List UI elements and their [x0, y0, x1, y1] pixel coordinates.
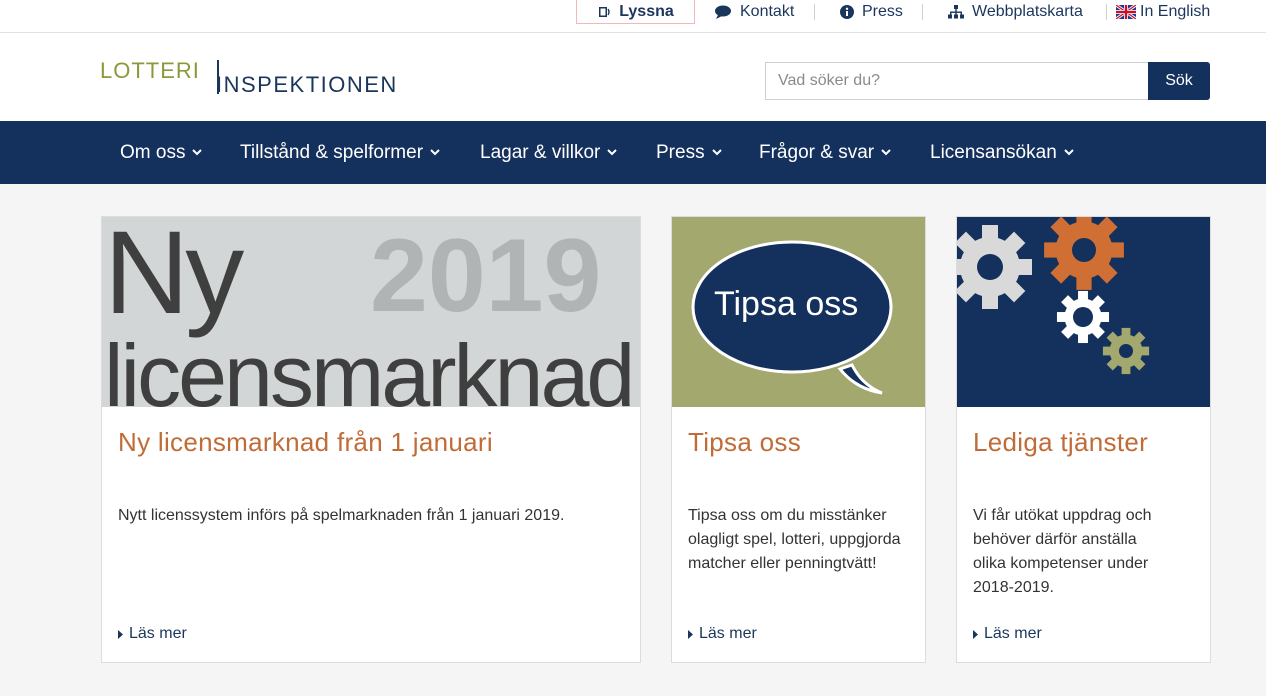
listen-button[interactable]: Lyssna — [576, 0, 695, 24]
site-logo[interactable]: LOTTERI INSPEKTIONEN — [100, 58, 445, 98]
main-nav: Om oss Tillstånd & spelformer Lagar & vi… — [0, 121, 1266, 184]
card-title[interactable]: Tipsa oss — [688, 427, 801, 458]
speaker-icon — [599, 6, 610, 17]
nav-item-tillstand[interactable]: Tillstånd & spelformer — [240, 121, 440, 184]
contact-label: Kontakt — [740, 3, 795, 20]
image-text-tipsa-oss: Tipsa oss — [714, 285, 859, 323]
chevron-down-icon — [711, 149, 722, 156]
chevron-down-icon — [607, 149, 618, 156]
info-icon — [840, 5, 854, 19]
card-image-licensmarknad[interactable]: Ny 2019 licensmarknad — [102, 217, 640, 407]
nav-label: Om oss — [120, 141, 186, 163]
utility-bar: Lyssna Kontakt Press Webbplatskarta In E… — [0, 0, 1266, 33]
news-card-lediga-tjanster[interactable]: Lediga tjänster Vi får utökat uppdrag oc… — [956, 216, 1211, 663]
news-card-licensmarknad[interactable]: Ny 2019 licensmarknad Ny licensmarknad f… — [101, 216, 641, 663]
gears-icon — [957, 217, 1150, 375]
press-label: Press — [862, 3, 903, 20]
site-header: LOTTERI INSPEKTIONEN Sök — [0, 33, 1266, 121]
divider — [922, 4, 923, 20]
card-text: Vi får utökat uppdrag och behöver därför… — [973, 507, 1152, 596]
sitemap-link[interactable]: Webbplatskarta — [948, 0, 1083, 24]
read-more-link[interactable]: Läs mer — [118, 625, 187, 643]
nav-label: Frågor & svar — [759, 141, 875, 163]
nav-item-press[interactable]: Press — [656, 121, 722, 184]
news-card-tipsa-oss[interactable]: Tipsa oss Tipsa oss Tipsa oss om du miss… — [671, 216, 926, 663]
card-title[interactable]: Lediga tjänster — [973, 427, 1148, 458]
image-text-year: 2019 — [370, 218, 602, 334]
search-input[interactable] — [765, 62, 1149, 100]
nav-item-om-oss[interactable]: Om oss — [120, 121, 203, 184]
chat-bubble-icon — [715, 5, 731, 19]
read-more-label: Läs mer — [129, 625, 187, 642]
caret-right-icon — [973, 629, 978, 639]
nav-label: Press — [656, 141, 705, 163]
divider — [1106, 4, 1107, 20]
sitemap-icon — [948, 5, 964, 19]
divider — [814, 4, 815, 20]
sitemap-label: Webbplatskarta — [972, 3, 1083, 20]
nav-label: Lagar & villkor — [480, 141, 601, 163]
nav-label: Licensansökan — [930, 141, 1057, 163]
caret-right-icon — [688, 629, 693, 639]
english-label: In English — [1140, 3, 1211, 20]
card-text: Tipsa oss om du misstänker olagligt spel… — [688, 507, 901, 572]
read-more-link[interactable]: Läs mer — [688, 625, 757, 643]
nav-label: Tillstånd & spelformer — [240, 141, 424, 163]
nav-item-licensansokan[interactable]: Licensansökan — [930, 121, 1074, 184]
card-title[interactable]: Ny licensmarknad från 1 januari — [118, 427, 493, 458]
read-more-label: Läs mer — [984, 625, 1042, 642]
search-button[interactable]: Sök — [1148, 62, 1210, 100]
press-link[interactable]: Press — [840, 0, 903, 24]
uk-flag-icon — [1116, 5, 1136, 19]
nav-item-fragor[interactable]: Frågor & svar — [759, 121, 891, 184]
chevron-down-icon — [1064, 149, 1074, 156]
card-text: Nytt licenssystem införs på spelmarknade… — [118, 507, 565, 524]
chevron-down-icon — [881, 149, 891, 156]
chevron-down-icon — [192, 149, 203, 156]
nav-item-lagar[interactable]: Lagar & villkor — [480, 121, 618, 184]
logo-part-inspektionen: INSPEKTIONEN — [216, 72, 398, 97]
contact-link[interactable]: Kontakt — [714, 0, 794, 24]
card-image-tipsa-oss[interactable]: Tipsa oss — [672, 217, 925, 407]
image-text-licensmarknad: licensmarknad — [104, 326, 635, 407]
chevron-down-icon — [430, 149, 440, 156]
logo-part-lotteri: LOTTERI — [100, 58, 200, 83]
card-image-gears[interactable] — [957, 217, 1210, 407]
listen-label: Lyssna — [619, 2, 674, 20]
caret-right-icon — [118, 629, 123, 639]
image-text-ny: Ny — [104, 217, 244, 339]
read-more-link[interactable]: Läs mer — [973, 625, 1042, 643]
read-more-label: Läs mer — [699, 625, 757, 642]
english-link[interactable]: In English — [1116, 0, 1210, 24]
